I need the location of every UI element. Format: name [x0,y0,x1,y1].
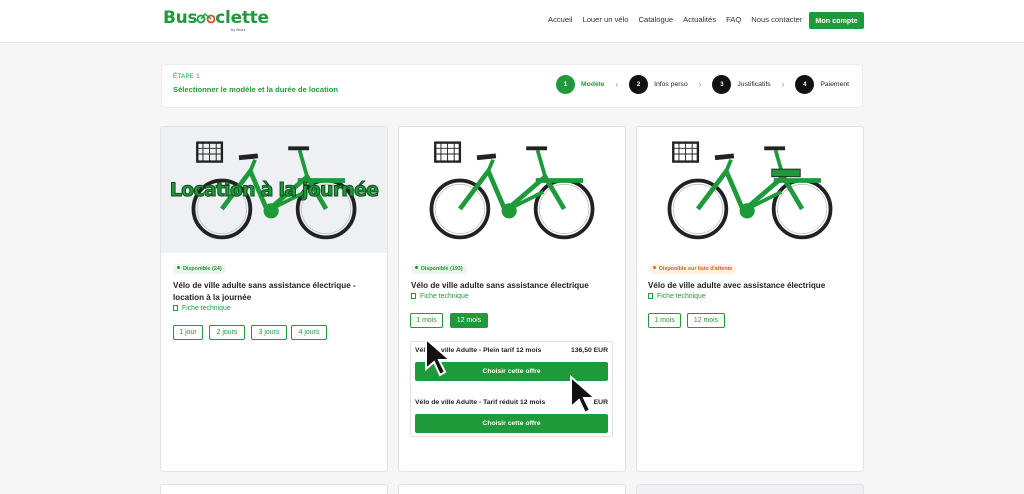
cursor-arrow-icon [570,375,598,415]
step-justificatifs[interactable]: 3 Justificatifs [712,75,771,94]
product-title: Vélo de ville adulte sans assistance éle… [173,280,378,304]
step-paiement[interactable]: 4 Paiement [795,75,849,94]
offer-price: 136,50 EUR [570,347,608,354]
product-card-location-journee: Location à la journée Disponible (24) Vé… [160,126,388,472]
stepper-steps: 1 Modèle › 2 Infos perso › 3 Justificati… [556,75,849,94]
image-overlay-text: Location à la journée [169,179,379,202]
mon-compte-button[interactable]: Mon compte [809,12,864,29]
top-navigation-bar: Bus clette by Breiz Accueil Louer un vél… [0,0,1024,43]
status-dot-icon [653,266,656,269]
document-icon [648,293,653,299]
nav-catalogue[interactable]: Catalogue [639,15,674,24]
product-card-avec-assistance: Disponible sur liste d'attente Vélo de v… [636,126,864,472]
step-name: Infos perso [654,81,688,88]
availability-badge: Disponible sur liste d'attente [649,264,737,274]
duration-1-mois[interactable]: 1 mois [410,313,443,328]
logo-text-a: Bus [163,8,198,28]
duration-4-jours[interactable]: 4 jours [291,325,327,340]
cursor-arrow-icon [425,337,453,377]
logo-text-b: clette [215,8,269,28]
bicycle-image [422,134,602,246]
step-name: Modèle [581,81,605,88]
step-number: 3 [712,75,732,94]
step-number: 4 [795,75,815,94]
duration-12-mois[interactable]: 12 mois [687,313,725,328]
availability-badge: Disponible (24) [173,264,226,274]
nav-actualites[interactable]: Actualités [683,15,716,24]
badge-text: Disponible (24) [183,266,222,272]
fiche-technique-link[interactable]: Fiche technique [411,293,469,300]
product-card-partial [636,484,864,494]
nav-nous-contacter[interactable]: Nous contacter [751,15,802,24]
logo[interactable]: Bus clette by Breiz [163,8,269,34]
logo-subtitle: by Breiz [231,27,246,32]
duration-1-mois[interactable]: 1 mois [648,313,681,328]
availability-badge: Disponible (193) [411,264,467,274]
product-card-partial [160,484,388,494]
step-label: ÉTAPE 1 [173,73,200,80]
choose-offer-button[interactable]: Choisir cette offre [415,414,608,433]
duration-2-jours[interactable]: 2 jours [209,325,245,340]
status-dot-icon [415,266,418,269]
step-title: Sélectionner le modèle et la durée de lo… [173,85,339,94]
product-title-line2: location à la journée [173,293,252,302]
offer-name: Vélo de ville Adulte - Tarif réduit 12 m… [415,399,546,406]
logo-bike-icon [197,13,216,24]
chevron-right-icon: › [615,80,619,89]
step-infos-perso[interactable]: 2 Infos perso [629,75,688,94]
product-card-sans-assistance: Disponible (193) Vélo de ville adulte sa… [398,126,626,472]
badge-text: Disponible sur liste d'attente [659,266,733,272]
product-image [399,127,625,253]
duration-1-jour[interactable]: 1 jour [173,325,203,340]
product-title-line1: Vélo de ville adulte sans assistance éle… [173,281,356,290]
badge-text: Disponible (193) [421,266,463,272]
product-image: Location à la journée [161,127,387,253]
fiche-label: Fiche technique [182,305,231,312]
fiche-label: Fiche technique [657,293,706,300]
step-modele[interactable]: 1 Modèle [556,75,604,94]
product-image [637,127,863,253]
product-title: Vélo de ville adulte avec assistance éle… [648,281,826,290]
product-card-partial [398,484,626,494]
nav-louer-un-velo[interactable]: Louer un vélo [582,15,628,24]
document-icon [411,293,416,299]
fiche-label: Fiche technique [420,293,469,300]
fiche-technique-link[interactable]: Fiche technique [648,293,706,300]
step-name: Justificatifs [737,81,771,88]
chevron-right-icon: › [781,80,785,89]
main-nav: Accueil Louer un vélo Catalogue Actualit… [548,15,812,24]
nav-accueil[interactable]: Accueil [548,15,572,24]
step-number: 2 [629,75,649,94]
step-name: Paiement [820,81,850,88]
step-number: 1 [556,75,575,94]
duration-12-mois[interactable]: 12 mois [450,313,488,328]
nav-faq[interactable]: FAQ [726,15,741,24]
chevron-right-icon: › [698,80,702,89]
bicycle-image [660,134,840,246]
product-title: Vélo de ville adulte sans assistance éle… [411,281,589,290]
status-dot-icon [177,266,180,269]
duration-3-jours[interactable]: 3 jours [251,325,287,340]
fiche-technique-link[interactable]: Fiche technique [173,305,231,312]
document-icon [173,305,178,311]
stepper-card: ÉTAPE 1 Sélectionner le modèle et la dur… [161,64,863,108]
